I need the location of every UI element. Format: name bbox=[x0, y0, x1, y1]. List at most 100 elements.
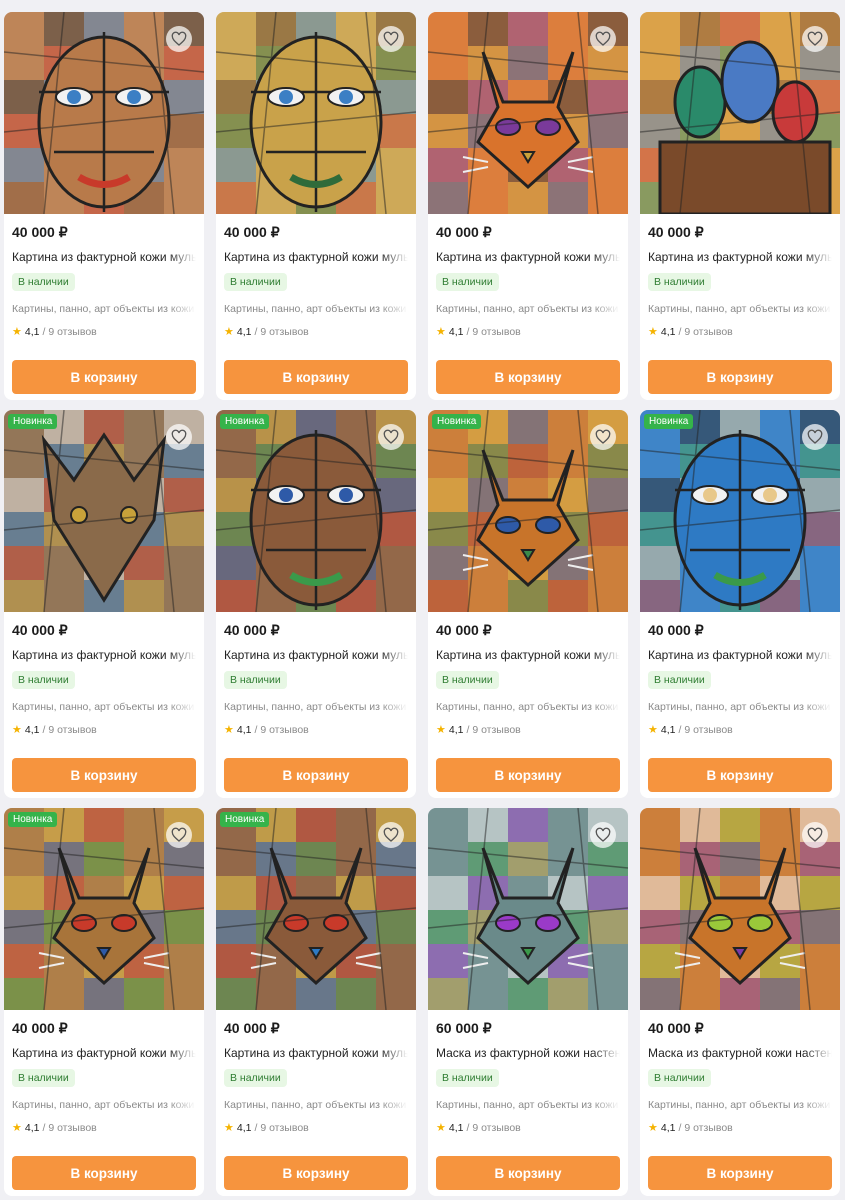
product-image[interactable] bbox=[640, 12, 840, 214]
product-title[interactable]: Картина из фактурной кожи мультиколор bbox=[224, 250, 408, 265]
product-category[interactable]: Картины, панно, арт объекты из кожи bbox=[224, 303, 408, 315]
review-count[interactable]: / 9 отзывов bbox=[678, 326, 732, 338]
product-image[interactable] bbox=[428, 808, 628, 1010]
product-card[interactable]: 40 000 ₽ Маска из фактурной кожи настенн… bbox=[640, 808, 840, 1196]
star-icon: ★ bbox=[436, 724, 446, 736]
favorite-heart-icon[interactable] bbox=[590, 822, 616, 848]
favorite-heart-icon[interactable] bbox=[590, 424, 616, 450]
product-category[interactable]: Картины, панно, арт объекты из кожи bbox=[224, 701, 408, 713]
product-category[interactable]: Картины, панно, арт объекты из кожи bbox=[436, 1099, 620, 1111]
product-title[interactable]: Картина из фактурной кожи мультиколор bbox=[648, 250, 832, 265]
product-card[interactable]: Новинка 40 000 ₽ Картина из фактурной ко… bbox=[216, 808, 416, 1196]
favorite-heart-icon[interactable] bbox=[802, 424, 828, 450]
product-title[interactable]: Маска из фактурной кожи настенная bbox=[648, 1046, 832, 1061]
product-category[interactable]: Картины, панно, арт объекты из кожи bbox=[12, 303, 196, 315]
review-count[interactable]: / 9 отзывов bbox=[466, 724, 520, 736]
favorite-heart-icon[interactable] bbox=[166, 26, 192, 52]
product-card[interactable]: 40 000 ₽ Картина из фактурной кожи мульт… bbox=[4, 12, 204, 400]
add-to-cart-button[interactable]: В корзину bbox=[224, 1156, 408, 1190]
product-title[interactable]: Картина из фактурной кожи мультиколор bbox=[436, 250, 620, 265]
product-image[interactable] bbox=[216, 12, 416, 214]
favorite-heart-icon[interactable] bbox=[802, 822, 828, 848]
add-to-cart-button[interactable]: В корзину bbox=[648, 1156, 832, 1190]
product-image[interactable] bbox=[428, 12, 628, 214]
product-category[interactable]: Картины, панно, арт объекты из кожи bbox=[12, 701, 196, 713]
add-to-cart-button[interactable]: В корзину bbox=[224, 360, 408, 394]
product-card[interactable]: Новинка 40 000 ₽ Картина из фактурной ко… bbox=[4, 410, 204, 798]
rating-value: 4,1 bbox=[236, 1121, 252, 1134]
product-category[interactable]: Картины, панно, арт объекты из кожи bbox=[648, 303, 832, 315]
product-card[interactable]: 40 000 ₽ Картина из фактурной кожи мульт… bbox=[216, 12, 416, 400]
product-image[interactable]: Новинка bbox=[216, 410, 416, 612]
rating-value: 4,1 bbox=[448, 325, 464, 338]
product-category[interactable]: Картины, панно, арт объекты из кожи bbox=[12, 1099, 196, 1111]
add-to-cart-button[interactable]: В корзину bbox=[436, 360, 620, 394]
review-count[interactable]: / 9 отзывов bbox=[678, 724, 732, 736]
product-image[interactable]: Новинка bbox=[428, 410, 628, 612]
product-title[interactable]: Картина из фактурной кожи мультиколор bbox=[224, 1046, 408, 1061]
product-price: 40 000 ₽ bbox=[648, 224, 704, 240]
review-count[interactable]: / 9 отзывов bbox=[42, 724, 96, 736]
product-image[interactable] bbox=[4, 12, 204, 214]
add-to-cart-button[interactable]: В корзину bbox=[648, 360, 832, 394]
new-badge: Новинка bbox=[432, 414, 482, 429]
product-title[interactable]: Картина из фактурной кожи мультиколор bbox=[12, 1046, 196, 1061]
product-card[interactable]: 40 000 ₽ Картина из фактурной кожи мульт… bbox=[428, 12, 628, 400]
add-to-cart-button[interactable]: В корзину bbox=[648, 758, 832, 792]
product-card[interactable]: Новинка 40 000 ₽ Картина из фактурной ко… bbox=[428, 410, 628, 798]
product-category[interactable]: Картины, панно, арт объекты из кожи bbox=[224, 1099, 408, 1111]
product-category[interactable]: Картины, панно, арт объекты из кожи bbox=[648, 701, 832, 713]
product-card[interactable]: Новинка 40 000 ₽ Картина из фактурной ко… bbox=[216, 410, 416, 798]
product-title[interactable]: Картина из фактурной кожи мультиколор bbox=[648, 648, 832, 663]
rating-value: 4,1 bbox=[24, 1121, 40, 1134]
star-icon: ★ bbox=[224, 1122, 234, 1134]
rating-value: 4,1 bbox=[24, 723, 40, 736]
review-count[interactable]: / 9 отзывов bbox=[42, 326, 96, 338]
product-card[interactable]: 60 000 ₽ Маска из фактурной кожи настенн… bbox=[428, 808, 628, 1196]
favorite-heart-icon[interactable] bbox=[378, 424, 404, 450]
stock-status-badge: В наличии bbox=[436, 273, 499, 291]
product-card[interactable]: 40 000 ₽ Картина из фактурной кожи мульт… bbox=[640, 12, 840, 400]
product-image[interactable]: Новинка bbox=[4, 808, 204, 1010]
favorite-heart-icon[interactable] bbox=[590, 26, 616, 52]
product-image[interactable]: Новинка bbox=[4, 410, 204, 612]
product-title[interactable]: Маска из фактурной кожи настенная bbox=[436, 1046, 620, 1061]
product-category[interactable]: Картины, панно, арт объекты из кожи bbox=[648, 1099, 832, 1111]
product-category[interactable]: Картины, панно, арт объекты из кожи bbox=[436, 303, 620, 315]
star-icon: ★ bbox=[436, 326, 446, 338]
new-badge: Новинка bbox=[8, 812, 58, 827]
product-image[interactable] bbox=[640, 808, 840, 1010]
stock-status-badge: В наличии bbox=[436, 671, 499, 689]
product-title[interactable]: Картина из фактурной кожи мультиколор bbox=[12, 648, 196, 663]
review-count[interactable]: / 9 отзывов bbox=[678, 1122, 732, 1134]
product-card[interactable]: Новинка 40 000 ₽ Картина из фактурной ко… bbox=[640, 410, 840, 798]
rating-value: 4,1 bbox=[660, 1121, 676, 1134]
product-title[interactable]: Картина из фактурной кожи мультиколор bbox=[12, 250, 196, 265]
favorite-heart-icon[interactable] bbox=[802, 26, 828, 52]
favorite-heart-icon[interactable] bbox=[378, 26, 404, 52]
stock-status-badge: В наличии bbox=[224, 1069, 287, 1087]
review-count[interactable]: / 9 отзывов bbox=[254, 1122, 308, 1134]
add-to-cart-button[interactable]: В корзину bbox=[12, 758, 196, 792]
review-count[interactable]: / 9 отзывов bbox=[466, 326, 520, 338]
favorite-heart-icon[interactable] bbox=[378, 822, 404, 848]
add-to-cart-button[interactable]: В корзину bbox=[436, 1156, 620, 1190]
add-to-cart-button[interactable]: В корзину bbox=[12, 360, 196, 394]
product-category[interactable]: Картины, панно, арт объекты из кожи bbox=[436, 701, 620, 713]
product-rating: ★ 4,1 / 9 отзывов bbox=[12, 723, 196, 737]
add-to-cart-button[interactable]: В корзину bbox=[436, 758, 620, 792]
product-title[interactable]: Картина из фактурной кожи мультиколор bbox=[436, 648, 620, 663]
add-to-cart-button[interactable]: В корзину bbox=[224, 758, 408, 792]
review-count[interactable]: / 9 отзывов bbox=[254, 326, 308, 338]
review-count[interactable]: / 9 отзывов bbox=[254, 724, 308, 736]
product-image[interactable]: Новинка bbox=[640, 410, 840, 612]
product-image[interactable]: Новинка bbox=[216, 808, 416, 1010]
add-to-cart-button[interactable]: В корзину bbox=[12, 1156, 196, 1190]
review-count[interactable]: / 9 отзывов bbox=[466, 1122, 520, 1134]
rating-value: 4,1 bbox=[236, 723, 252, 736]
review-count[interactable]: / 9 отзывов bbox=[42, 1122, 96, 1134]
favorite-heart-icon[interactable] bbox=[166, 822, 192, 848]
favorite-heart-icon[interactable] bbox=[166, 424, 192, 450]
product-card[interactable]: Новинка 40 000 ₽ Картина из фактурной ко… bbox=[4, 808, 204, 1196]
product-title[interactable]: Картина из фактурной кожи мультиколор bbox=[224, 648, 408, 663]
